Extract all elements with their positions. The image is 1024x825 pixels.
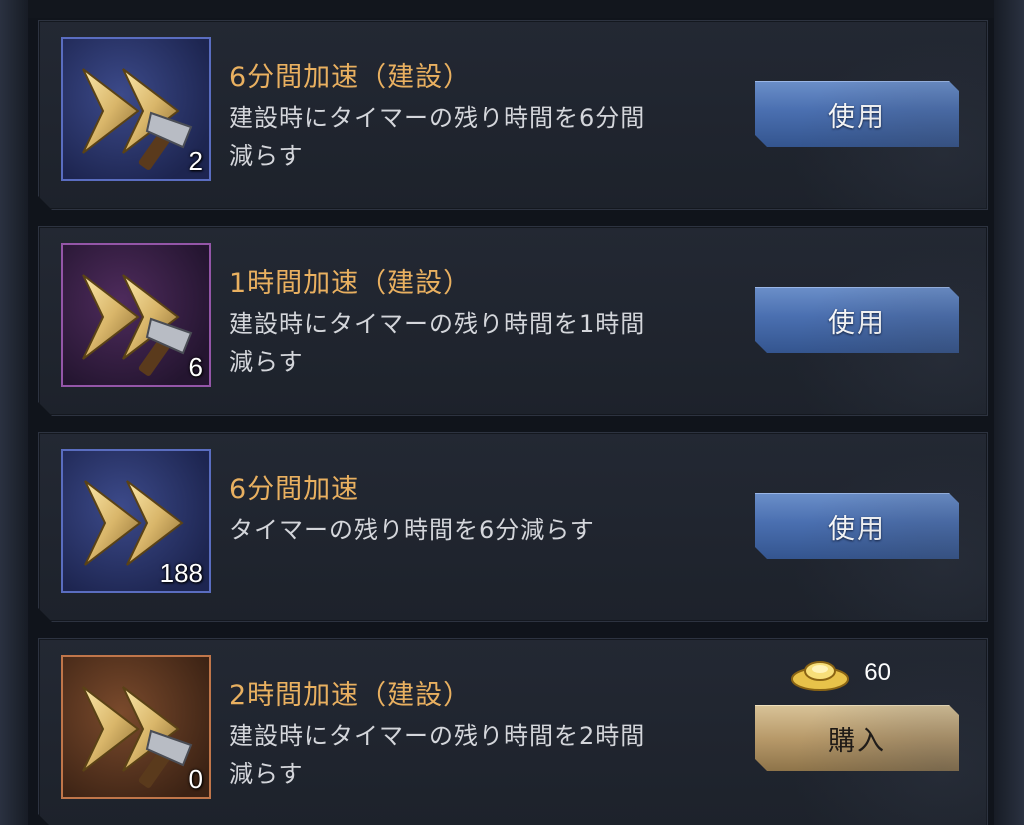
item-title: 1時間加速（建設） — [229, 268, 472, 299]
item-count: 6 — [188, 352, 203, 382]
item-description-line: 建設時にタイマーの残り時間を6分間 — [229, 104, 646, 132]
item-icon-frame: 188 — [61, 449, 211, 593]
item-description-line: 減らす — [229, 142, 304, 170]
use-button[interactable]: 使用 — [755, 81, 959, 147]
gold-ingot-icon — [790, 653, 850, 693]
list-item: 6 1時間加速（建設） 建設時にタイマーの残り時間を1時間 減らす 使用 — [38, 226, 988, 416]
item-title: 6分間加速 — [229, 474, 360, 505]
item-count: 188 — [159, 558, 203, 588]
item-icon-frame: 6 — [61, 243, 211, 387]
use-button[interactable]: 使用 — [755, 287, 959, 353]
item-description: タイマーの残り時間を6分減らす — [229, 511, 729, 549]
item-description: 建設時にタイマーの残り時間を2時間 減らす — [229, 717, 729, 793]
top-strip — [28, 0, 994, 18]
use-button[interactable]: 使用 — [755, 493, 959, 559]
item-description: 建設時にタイマーの残り時間を1時間 減らす — [229, 305, 729, 381]
item-description-line: 減らす — [229, 348, 304, 376]
item-description-line: 減らす — [229, 760, 304, 788]
left-frame — [0, 0, 28, 825]
item-count: 0 — [188, 764, 203, 794]
item-description-line: タイマーの残り時間を6分減らす — [229, 516, 595, 544]
price-value: 60 — [864, 659, 891, 686]
item-title: 6分間加速（建設） — [229, 62, 472, 93]
item-description-line: 建設時にタイマーの残り時間を2時間 — [229, 722, 646, 750]
list-item: 188 6分間加速 タイマーの残り時間を6分減らす 使用 — [38, 432, 988, 622]
item-description-line: 建設時にタイマーの残り時間を1時間 — [229, 310, 646, 338]
list-item: 0 2時間加速（建設） 建設時にタイマーの残り時間を2時間 減らす 60 購入 — [38, 638, 988, 825]
list-item: 2 6分間加速（建設） 建設時にタイマーの残り時間を6分間 減らす 使用 — [38, 20, 988, 210]
right-frame — [994, 0, 1024, 825]
price-display: 60 — [790, 653, 891, 693]
item-count: 2 — [188, 146, 203, 176]
item-list: 2 6分間加速（建設） 建設時にタイマーの残り時間を6分間 減らす 使用 6 1… — [38, 20, 988, 825]
item-icon-frame: 2 — [61, 37, 211, 181]
item-description: 建設時にタイマーの残り時間を6分間 減らす — [229, 99, 729, 175]
speedup-item-list-screen: 2 6分間加速（建設） 建設時にタイマーの残り時間を6分間 減らす 使用 6 1… — [0, 0, 1024, 825]
buy-button[interactable]: 購入 — [755, 705, 959, 771]
item-icon-frame: 0 — [61, 655, 211, 799]
item-title: 2時間加速（建設） — [229, 680, 472, 711]
